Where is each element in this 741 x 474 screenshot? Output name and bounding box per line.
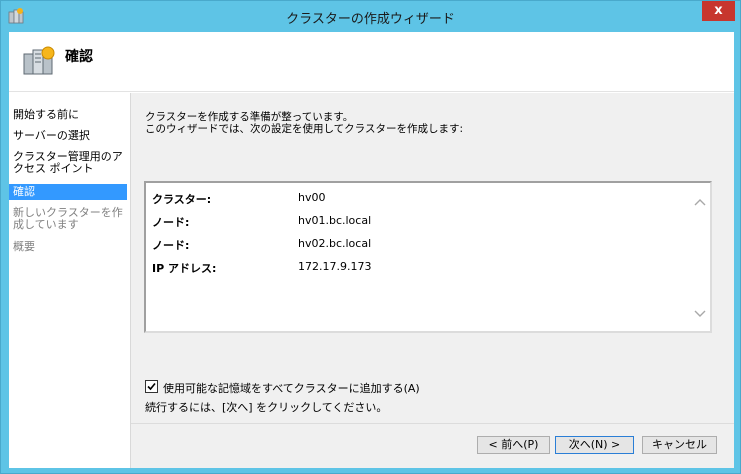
cluster-wizard-icon xyxy=(23,46,55,75)
nav-step-creating-cluster: 新しいクラスターを作成しています xyxy=(13,206,123,231)
next-button[interactable]: 次へ(N) > xyxy=(555,436,634,454)
content-pane: クラスターを作成する準備が整っています。 このウィザードでは、次の設定を使用して… xyxy=(131,93,734,423)
summary-key: IP アドレス: xyxy=(152,262,217,275)
cancel-button[interactable]: キャンセル xyxy=(642,436,717,454)
summary-value: 172.17.9.173 xyxy=(298,260,372,273)
scroll-down-icon[interactable] xyxy=(694,307,706,319)
back-button[interactable]: < 前へ(P) xyxy=(477,436,550,454)
add-storage-label[interactable]: 使用可能な記憶域をすべてクラスターに追加する(A) xyxy=(163,380,420,396)
nav-step-select-servers[interactable]: サーバーの選択 xyxy=(9,130,127,142)
summary-key: ノード: xyxy=(152,239,190,252)
close-button[interactable]: x xyxy=(702,1,735,21)
scroll-up-icon[interactable] xyxy=(694,197,706,209)
nav-step-before-you-begin[interactable]: 開始する前に xyxy=(9,109,127,121)
summary-value: hv02.bc.local xyxy=(298,237,372,250)
summary-value: hv01.bc.local xyxy=(298,214,372,227)
title-bar: クラスターの作成ウィザード x xyxy=(1,1,740,32)
summary-key: ノード: xyxy=(152,216,190,229)
window-title: クラスターの作成ウィザード xyxy=(286,12,455,27)
checkmark-icon xyxy=(147,382,156,391)
wizard-header: 確認 xyxy=(9,32,734,92)
settings-summary-box[interactable]: クラスター: hv00 ノード: hv01.bc.local ノード: hv02… xyxy=(144,181,712,333)
wizard-steps-nav: 開始する前に サーバーの選択 クラスター管理用のアクセス ポイント 確認 新しい… xyxy=(9,93,130,468)
wizard-window: クラスターの作成ウィザード x 確認 開始する前に サーバーの選択 クラスター管… xyxy=(0,0,741,474)
intro-line-2: このウィザードでは、次の設定を使用してクラスターを作成します: xyxy=(145,123,464,135)
wizard-client-area: 確認 開始する前に サーバーの選択 クラスター管理用のアクセス ポイント 確認 … xyxy=(9,32,734,468)
summary-value: hv00 xyxy=(298,191,326,204)
intro-text: クラスターを作成する準備が整っています。 このウィザードでは、次の設定を使用して… xyxy=(145,111,463,135)
button-bar: < 前へ(P) 次へ(N) > キャンセル xyxy=(131,423,734,468)
continue-instruction: 続行するには、[次へ] をクリックしてください。 xyxy=(145,401,388,414)
nav-step-access-point[interactable]: クラスター管理用のアクセス ポイント xyxy=(9,151,127,175)
summary-key: クラスター: xyxy=(152,193,212,206)
nav-step-summary: 概要 xyxy=(13,240,35,253)
nav-step-confirmation[interactable]: 確認 xyxy=(9,184,127,200)
intro-line-1: クラスターを作成する準備が整っています。 xyxy=(145,111,354,123)
page-title: 確認 xyxy=(65,49,93,65)
add-storage-checkbox[interactable] xyxy=(145,380,158,393)
